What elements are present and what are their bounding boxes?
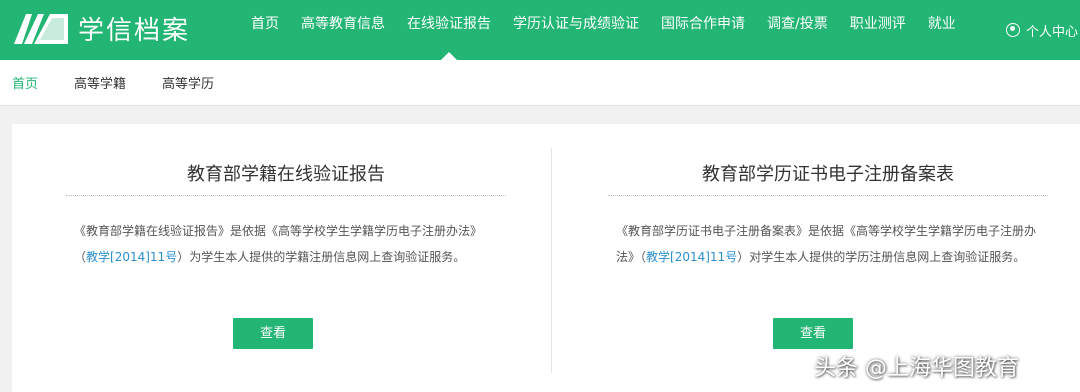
subnav-item-degree[interactable]: 高等学历 xyxy=(162,73,214,92)
subnav-item-enrollment[interactable]: 高等学籍 xyxy=(74,73,126,92)
view-enrollment-report-button[interactable]: 查看 xyxy=(233,318,313,349)
site-logo[interactable]: 学信档案 xyxy=(12,8,190,48)
brand-name: 学信档案 xyxy=(78,15,191,46)
regulation-link[interactable]: 教学[2014]11号 xyxy=(86,250,177,264)
section-divider xyxy=(608,195,1048,196)
section-title: 教育部学籍在线验证报告 xyxy=(187,164,385,185)
description-text: ）对学生本人提供的学历注册信息网上查询验证服务。 xyxy=(737,250,1026,264)
nav-item-higher-edu-info[interactable]: 高等教育信息 xyxy=(290,0,396,60)
description-text: ）为学生本人提供的学籍注册信息网上查询验证服务。 xyxy=(177,250,466,264)
subnav-item-home[interactable]: 首页 xyxy=(12,73,38,92)
column-divider xyxy=(551,148,552,373)
main-nav: 首页 高等教育信息 在线验证报告 学历认证与成绩验证 国际合作申请 调查/投票 … xyxy=(240,0,967,60)
section-description: 《教育部学籍在线验证报告》是依据《高等学校学生学籍学历电子注册办法》（教学[20… xyxy=(74,218,494,270)
watermark: 头条 @上海华图教育 xyxy=(814,356,1019,381)
nav-item-international-cooperation[interactable]: 国际合作申请 xyxy=(650,0,756,60)
nav-item-online-verification[interactable]: 在线验证报告 xyxy=(396,0,502,60)
view-degree-record-button[interactable]: 查看 xyxy=(773,318,853,349)
nav-item-career-assessment[interactable]: 职业测评 xyxy=(839,0,917,60)
section-description: 《教育部学历证书电子注册备案表》是依据《高等学校学生学籍学历电子注册办法》（教学… xyxy=(616,218,1036,270)
user-icon xyxy=(1005,23,1020,37)
user-center-link[interactable]: 个人中心 xyxy=(1005,0,1080,60)
user-center-label: 个人中心 xyxy=(1025,24,1078,40)
nav-item-employment[interactable]: 就业 xyxy=(917,0,967,60)
sub-navigation: 首页 高等学籍 高等学历 xyxy=(0,60,1080,106)
nav-item-degree-certification[interactable]: 学历认证与成绩验证 xyxy=(502,0,650,60)
section-divider xyxy=(66,195,506,196)
top-navigation-bar: 学信档案 首页 高等教育信息 在线验证报告 学历认证与成绩验证 国际合作申请 调… xyxy=(0,0,1080,60)
nav-item-survey-vote[interactable]: 调查/投票 xyxy=(756,0,839,60)
book-logo-icon xyxy=(14,14,68,44)
section-title: 教育部学历证书电子注册备案表 xyxy=(702,164,954,185)
nav-item-home[interactable]: 首页 xyxy=(240,0,290,60)
regulation-link[interactable]: 教学[2014]11号 xyxy=(646,250,737,264)
